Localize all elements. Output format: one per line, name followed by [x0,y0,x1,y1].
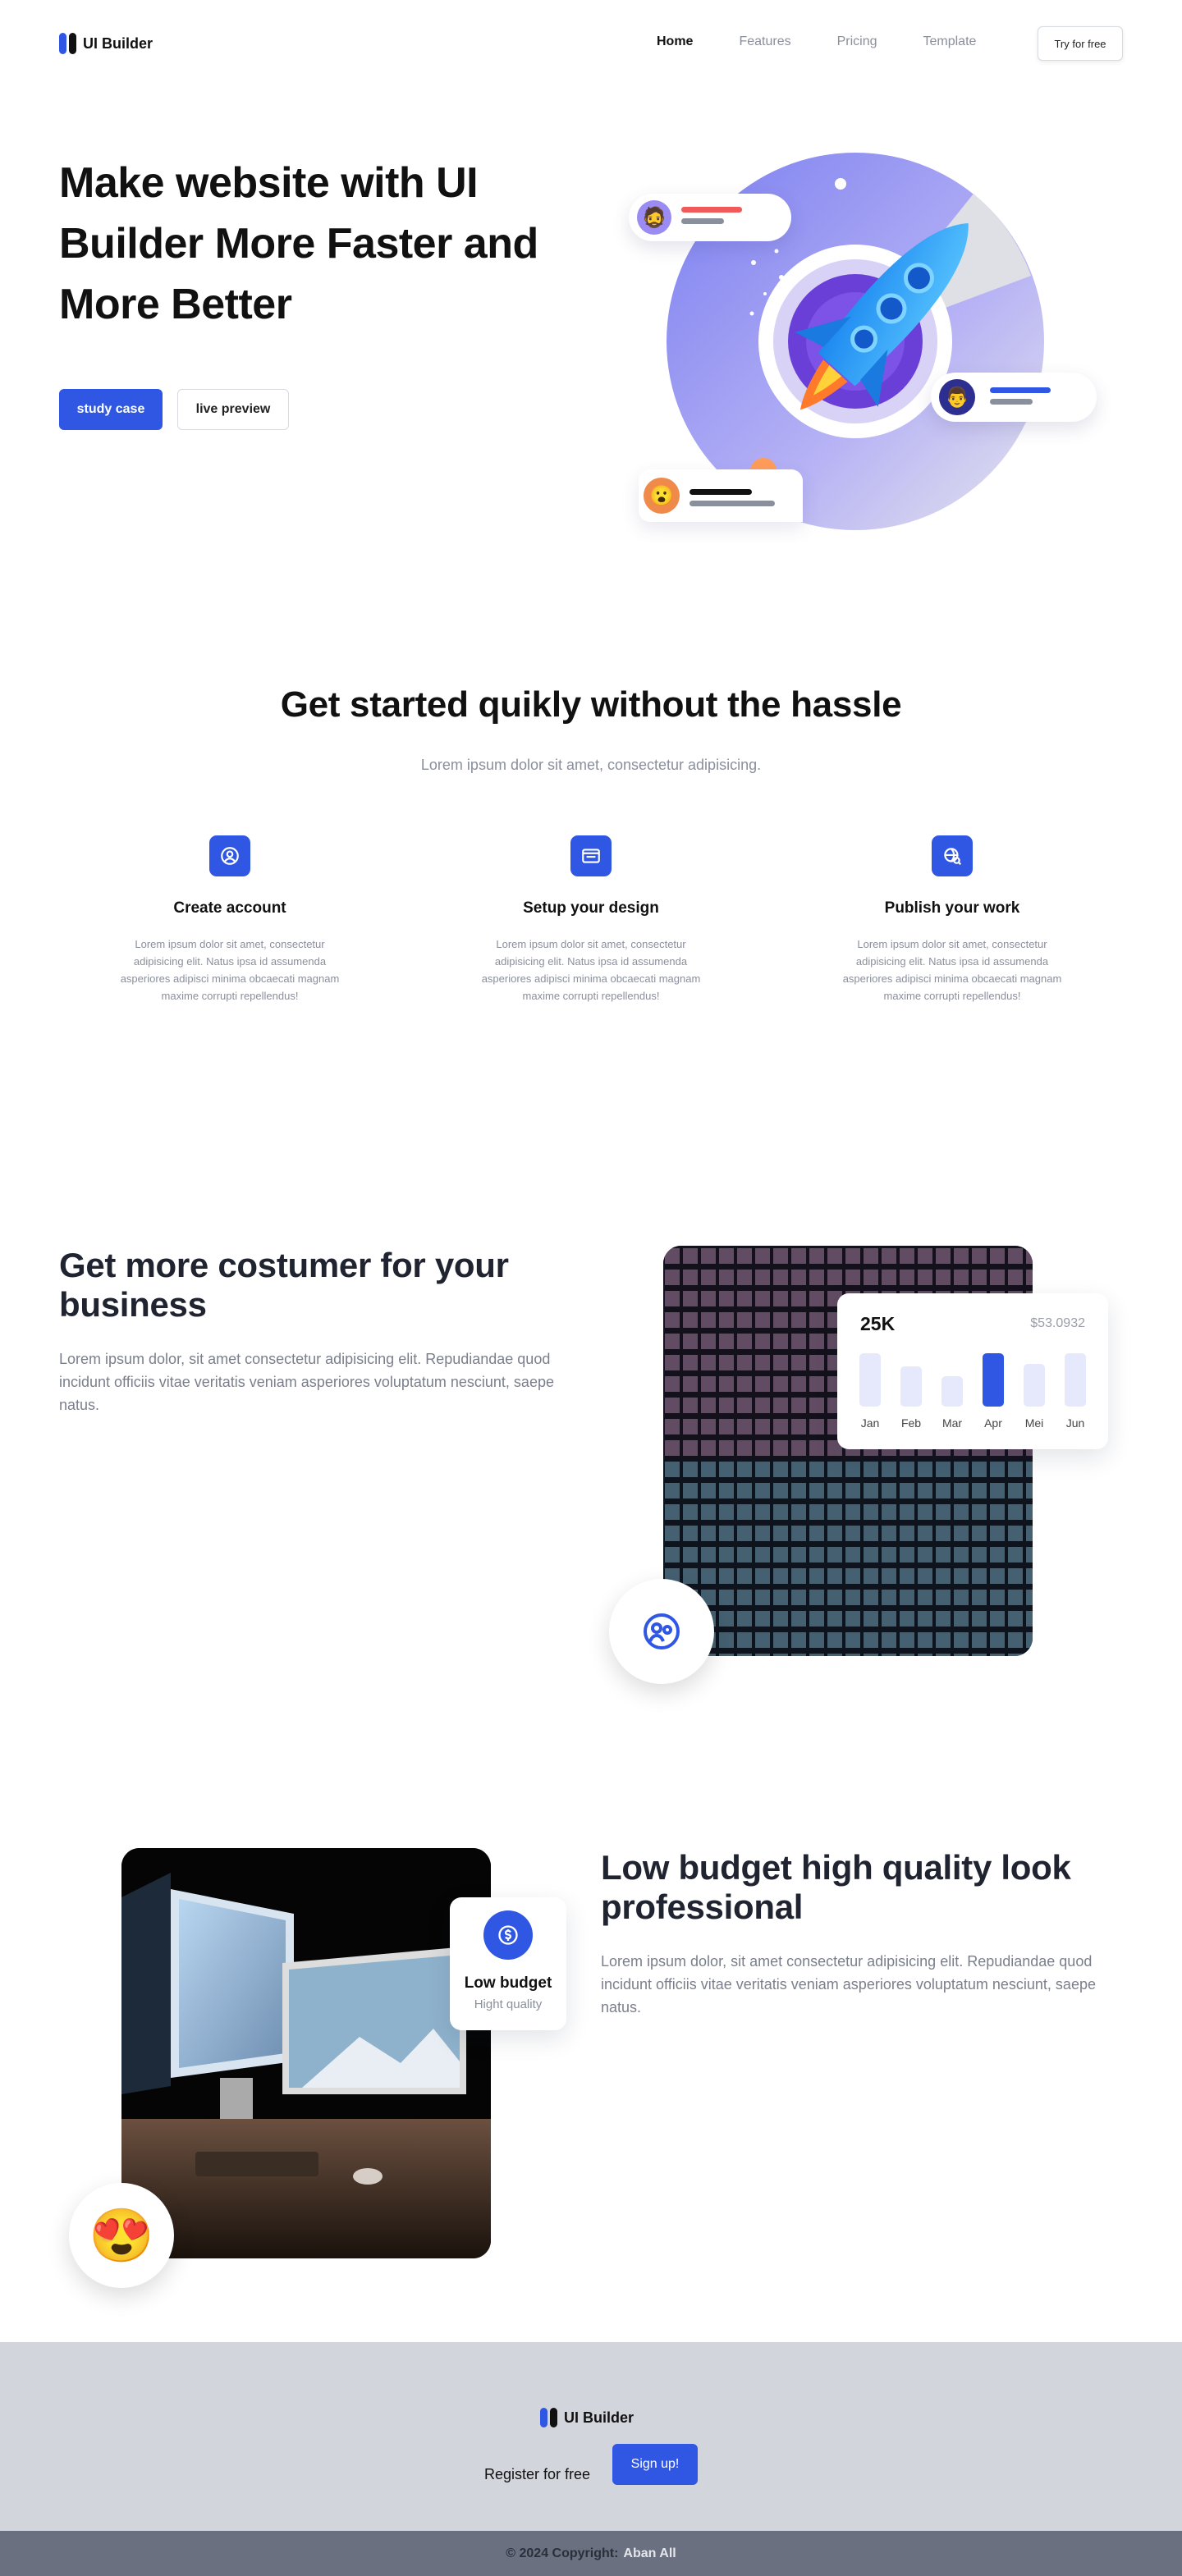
bar-label: Jan [860,1416,880,1430]
badge-subtitle: Hight quality [474,1997,543,2011]
team-badge [609,1579,714,1684]
bar [983,1353,1004,1407]
hero-title-line: More Better [59,281,292,328]
bar [1024,1364,1045,1407]
bar-label: Feb [900,1416,922,1430]
bar-label: Apr [984,1416,1002,1430]
stat-amount: $53.0932 [1030,1316,1085,1330]
live-preview-button[interactable]: live preview [177,389,289,430]
dollar-coin-icon [483,1910,533,1960]
bar [1065,1353,1086,1407]
study-case-button[interactable]: study case [59,389,163,430]
desk-setup-photo [121,1848,491,2258]
monthly-bars: Jan Feb Mar Apr Mei Jun [854,1347,1092,1430]
bar [900,1366,922,1407]
step-card: Setup your design Lorem ipsum dolor sit … [476,835,706,1004]
globe-search-icon [932,835,973,876]
stats-card: 25K $53.0932 Jan Feb Mar Apr Mei Jun [837,1293,1108,1449]
hero-title-line: Builder More Faster and [59,220,538,268]
user-card-bottom: 😮 [639,469,803,522]
register-text: Register for free [484,2466,591,2482]
step-text: Lorem ipsum dolor sit amet, consectetur … [120,938,340,1002]
bar-label: Jun [1065,1416,1085,1430]
step-title: Create account [173,899,286,917]
try-for-free-button[interactable]: Try for free [1038,26,1123,61]
brand-name: UI Builder [83,34,153,52]
browser-window-icon [570,835,612,876]
bar-column: Mei [1018,1347,1051,1430]
low-budget-badge: Low budget Hight quality [450,1897,566,2030]
copyright-author[interactable]: Aban All [623,2546,676,2561]
steps-title: Get started quikly without the hassle [280,684,902,725]
brand-logo[interactable]: UI Builder [59,33,153,54]
step-text: Lorem ipsum dolor sit amet, consectetur … [481,938,701,1002]
footer-brand: UI Builder [564,2409,635,2426]
hero-title-line: Make website with UI [59,159,479,207]
step-title: Publish your work [884,899,1020,917]
nav-home[interactable]: Home [657,34,693,49]
user-card-top: 🧔 [629,194,791,241]
main-nav: Home Features Pricing Template [657,34,976,49]
step-card: Create account Lorem ipsum dolor sit ame… [115,835,345,1004]
avatar: 😮 [644,478,680,514]
bar-label: Mar [941,1416,963,1430]
user-circle-icon [209,835,250,876]
bar-column: Feb [895,1347,928,1430]
nav-template[interactable]: Template [923,34,977,49]
team-icon [644,1613,680,1649]
logo-icon [540,2408,557,2427]
budget-title: Low budget high quality look professiona… [601,1848,1071,1926]
bar [941,1376,963,1407]
avatar: 🧔 [637,200,671,235]
user-card-right: 👨 [931,373,1097,422]
customers-title: Get more costumer for your business [59,1246,509,1324]
footer-logo[interactable]: UI Builder [540,2408,634,2427]
copyright-text: © 2024 Copyright: [506,2546,619,2560]
avatar: 👨 [939,379,975,415]
stat-value: 25K [860,1313,896,1334]
steps-subtitle: Lorem ipsum dolor sit amet, consectetur … [420,757,762,773]
logo-icon [59,33,76,54]
heart-eyes-emoji-icon: 😍 [69,2183,174,2288]
badge-title: Low budget [464,1974,552,1992]
sign-up-button[interactable]: Sign up! [612,2444,698,2485]
bar-column: Mar [936,1347,969,1430]
hero-title: Make website with UI Builder More Faster… [59,153,584,335]
customers-text: Lorem ipsum dolor, sit amet consectetur … [59,1351,554,1413]
bar-column: Jan [854,1347,886,1430]
step-text: Lorem ipsum dolor sit amet, consectetur … [842,938,1062,1002]
bar-column: Apr [977,1347,1010,1430]
copyright-bar: © 2024 Copyright: Aban All [0,2531,1182,2576]
nav-pricing[interactable]: Pricing [837,34,877,49]
step-card: Publish your work Lorem ipsum dolor sit … [837,835,1067,1004]
bar-label: Mei [1024,1416,1044,1430]
bar [859,1353,881,1407]
nav-features[interactable]: Features [739,34,790,49]
step-title: Setup your design [523,899,659,917]
budget-text: Lorem ipsum dolor, sit amet consectetur … [601,1953,1096,2016]
footer: UI Builder Register for free Sign up! [0,2342,1182,2531]
bar-column: Jun [1059,1347,1092,1430]
